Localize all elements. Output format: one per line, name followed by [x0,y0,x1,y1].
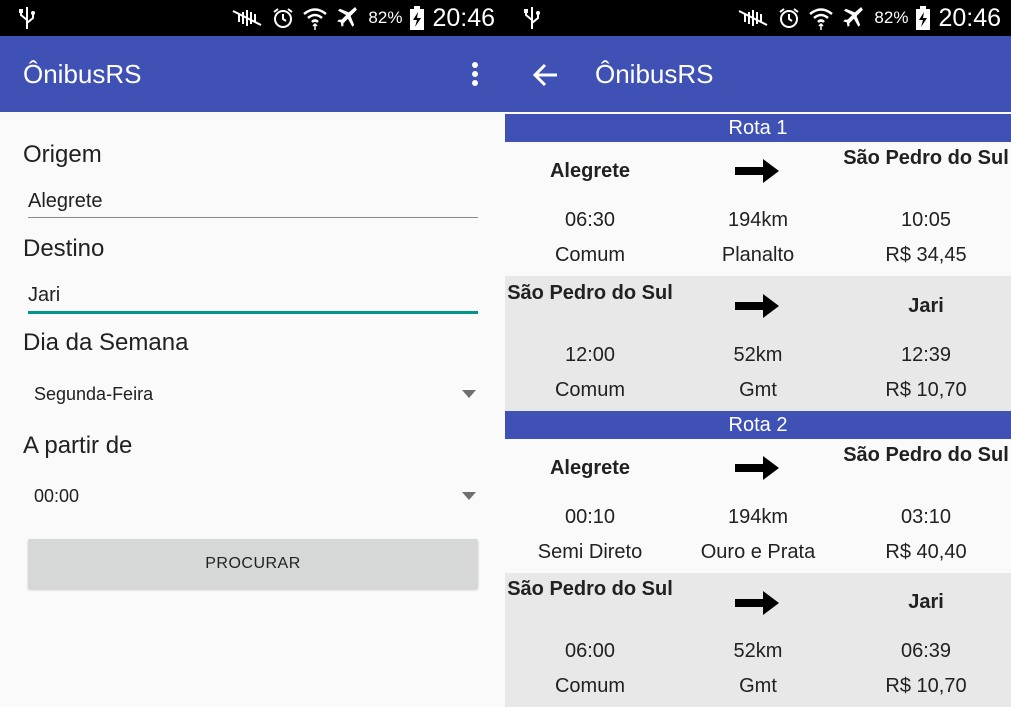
route-1-leg-1[interactable]: Alegrete São Pedro do Sul 06:30 194km 10… [505,142,1011,277]
leg-price: R$ 10,70 [885,379,967,401]
route-2-leg-2[interactable]: São Pedro do Sul Jari 06:00 52km 06:39 C… [505,573,1011,707]
battery-percentage: 82% [874,8,909,27]
right-arrow-icon [735,591,779,615]
airplane-icon [843,7,864,27]
leg-distance: 194km [727,209,789,231]
leg-distance: 52km [733,344,783,366]
leg-depart-time: 06:00 [564,640,616,662]
back-arrow-icon[interactable] [531,60,563,90]
leg-service-type: Comum [554,244,625,266]
battery-charging-icon [916,6,931,30]
leg-arrive-time: 10:05 [900,209,952,231]
status-bar: 82% 20:46 [505,0,1011,36]
from-time-value: 00:00 [34,486,80,506]
weekday-label: Dia da Semana [23,329,189,356]
leg-arrive-time: 03:10 [900,506,952,528]
leg-origin: Alegrete [549,160,631,182]
wifi-icon [809,8,834,30]
leg-depart-time: 12:00 [564,344,616,366]
leg-depart-time: 06:30 [564,209,616,231]
leg-company: Gmt [739,379,777,401]
leg-distance: 194km [727,506,789,528]
clock: 20:46 [432,3,495,32]
from-time-label: A partir de [23,432,133,459]
leg-service-type: Comum [554,675,625,697]
leg-price: R$ 10,70 [885,675,967,697]
origin-input[interactable] [28,185,478,221]
app-bar: ÔnibusRS [0,36,505,112]
status-icons: 82% 20:46 [230,0,495,36]
right-arrow-icon [735,456,779,480]
search-screen: 82% 20:46 ÔnibusRS Origem Destino Dia da… [0,0,505,707]
usb-icon [524,7,540,29]
overflow-menu-icon[interactable] [467,60,483,90]
right-arrow-icon [735,294,779,318]
status-bar: 82% 20:46 [0,0,505,36]
origin-label: Origem [23,141,102,168]
app-title: ÔnibusRS [23,59,142,89]
leg-destination: Jari [908,295,944,317]
from-time-select[interactable]: 00:00 [28,476,478,516]
leg-origin: São Pedro do Sul [507,578,673,600]
results-screen: 82% 20:46 ÔnibusRS Rota 1 Alegrete São P… [505,0,1011,707]
route-1-leg-2[interactable]: São Pedro do Sul Jari 12:00 52km 12:39 C… [505,276,1011,411]
leg-company: Planalto [721,244,795,266]
destination-underline [28,311,478,314]
leg-company: Gmt [739,675,777,697]
mute-icon [738,10,768,26]
leg-service-type: Semi Direto [537,541,643,563]
airplane-icon [337,7,358,27]
dropdown-caret-icon [462,390,476,398]
usb-icon [19,7,35,29]
weekday-value: Segunda-Feira [34,384,154,404]
route-1-header: Rota 1 [505,114,1011,142]
wifi-icon [303,8,328,30]
leg-price: R$ 40,40 [885,541,967,563]
app-title: ÔnibusRS [595,59,714,89]
leg-origin: São Pedro do Sul [507,282,673,304]
battery-percentage: 82% [368,8,403,27]
leg-depart-time: 00:10 [564,506,616,528]
origin-underline [28,217,478,218]
destination-input[interactable] [28,279,478,315]
leg-distance: 52km [733,640,783,662]
battery-charging-icon [410,6,425,30]
alarm-icon [273,8,294,28]
leg-arrive-time: 06:39 [900,640,952,662]
leg-origin: Alegrete [549,457,631,479]
dropdown-caret-icon [462,492,476,500]
leg-service-type: Comum [554,379,625,401]
route-2-header: Rota 2 [505,411,1011,439]
clock: 20:46 [938,3,1001,32]
right-arrow-icon [735,159,779,183]
mute-icon [232,10,262,26]
leg-destination: São Pedro do Sul [843,444,1009,466]
app-bar: ÔnibusRS [505,36,1011,112]
status-icons: 82% 20:46 [736,0,1001,36]
leg-company: Ouro e Prata [700,541,816,563]
route-2-leg-1[interactable]: Alegrete São Pedro do Sul 00:10 194km 03… [505,439,1011,574]
search-button[interactable]: PROCURAR [28,539,478,589]
leg-arrive-time: 12:39 [900,344,952,366]
leg-price: R$ 34,45 [885,244,967,266]
leg-destination: São Pedro do Sul [843,147,1009,169]
alarm-icon [779,8,800,28]
weekday-select[interactable]: Segunda-Feira [28,374,478,414]
destination-label: Destino [23,235,105,262]
leg-destination: Jari [908,591,944,613]
